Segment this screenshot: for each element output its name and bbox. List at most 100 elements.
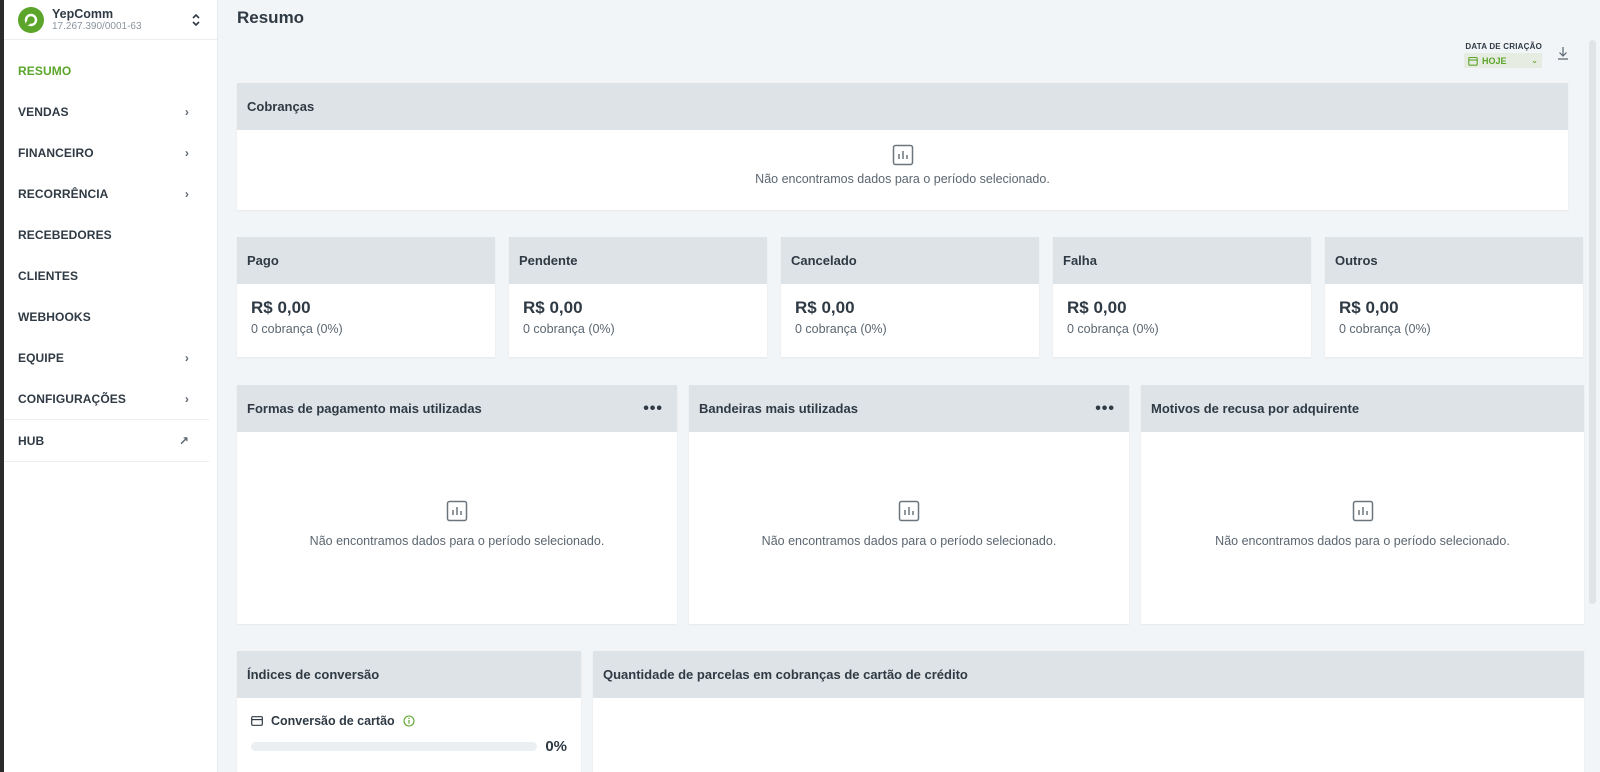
sidebar-item-label: CONFIGURAÇÕES bbox=[18, 391, 126, 406]
company-switcher[interactable]: YepComm 17.267.390/0001-63 bbox=[4, 0, 217, 40]
card-title: Índices de conversão bbox=[247, 667, 380, 682]
card-header: Índices de conversão bbox=[237, 651, 581, 698]
stat-count: 0 cobrança (0%) bbox=[795, 322, 887, 336]
sidebar: YepComm 17.267.390/0001-63 RESUMO VENDAS… bbox=[4, 0, 218, 772]
chevron-right-icon: › bbox=[184, 391, 189, 406]
sidebar-item-label: RESUMO bbox=[18, 63, 72, 78]
empty-message: Não encontramos dados para o período sel… bbox=[755, 172, 1050, 186]
info-icon[interactable] bbox=[403, 715, 415, 727]
sidebar-item-equipe[interactable]: EQUIPE › bbox=[4, 337, 217, 378]
sidebar-nav: RESUMO VENDAS › FINANCEIRO › RECORRÊNCIA › … bbox=[4, 50, 217, 462]
scrollbar[interactable] bbox=[1589, 40, 1596, 604]
sidebar-item-label: CLIENTES bbox=[18, 268, 79, 283]
card-header: Bandeiras mais utilizadas ••• bbox=[689, 385, 1129, 432]
stat-value: R$ 0,00 bbox=[1339, 298, 1399, 317]
card-header: Formas de pagamento mais utilizadas ••• bbox=[237, 385, 677, 432]
stat-card-outros: Outros R$ 0,00 0 cobrança (0%) bbox=[1325, 237, 1583, 357]
sidebar-divider bbox=[4, 461, 209, 462]
sidebar-item-financeiro[interactable]: FINANCEIRO › bbox=[4, 132, 217, 173]
empty-state: Não encontramos dados para o período sel… bbox=[1141, 432, 1584, 548]
payment-methods-card: Formas de pagamento mais utilizadas ••• N… bbox=[237, 385, 677, 624]
sidebar-item-label: WEBHOOKS bbox=[18, 309, 91, 324]
stat-value: R$ 0,00 bbox=[1067, 298, 1127, 317]
chevron-down-icon: ⌄ bbox=[1531, 56, 1538, 65]
sidebar-item-hub[interactable]: HUB ↗ bbox=[4, 420, 217, 461]
progress-track bbox=[251, 742, 538, 751]
empty-message: Não encontramos dados para o período sel… bbox=[1215, 534, 1510, 548]
credit-card-icon bbox=[251, 716, 263, 726]
conversion-progress: 0% bbox=[237, 728, 581, 755]
sidebar-item-webhooks[interactable]: WEBHOOKS bbox=[4, 296, 217, 337]
company-logo bbox=[18, 6, 44, 33]
card-conversion-row: Conversão de cartão bbox=[237, 698, 581, 728]
conversion-card: Índices de conversão Conversão de cartão… bbox=[237, 651, 581, 772]
card-title: Pago bbox=[247, 253, 279, 268]
stat-card-cancelado: Cancelado R$ 0,00 0 cobrança (0%) bbox=[781, 237, 1039, 357]
sidebar-item-label: HUB bbox=[18, 433, 45, 448]
card-header: Falha bbox=[1053, 237, 1311, 284]
chevron-right-icon: › bbox=[184, 186, 189, 201]
sidebar-item-recebedores[interactable]: RECEBEDORES bbox=[4, 214, 217, 255]
stat-count: 0 cobrança (0%) bbox=[1339, 322, 1431, 336]
sidebar-item-clientes[interactable]: CLIENTES bbox=[4, 255, 217, 296]
card-title: Motivos de recusa por adquirente bbox=[1151, 401, 1360, 416]
sidebar-item-recorrencia[interactable]: RECORRÊNCIA › bbox=[4, 173, 217, 214]
more-options-icon[interactable]: ••• bbox=[643, 400, 667, 418]
stat-value: R$ 0,00 bbox=[251, 298, 311, 317]
stat-count: 0 cobrança (0%) bbox=[523, 322, 615, 336]
stat-value: R$ 0,00 bbox=[523, 298, 583, 317]
card-title: Falha bbox=[1063, 253, 1097, 268]
page-title: Resumo bbox=[237, 8, 305, 27]
card-header: Outros bbox=[1325, 237, 1583, 284]
sidebar-item-label: EQUIPE bbox=[18, 350, 64, 365]
date-filter-value: HOJE bbox=[1482, 55, 1507, 66]
conversion-percent: 0% bbox=[545, 738, 567, 755]
card-header: Pago bbox=[237, 237, 495, 284]
calendar-icon bbox=[1468, 56, 1478, 66]
card-header: Cobranças bbox=[237, 83, 1568, 130]
more-options-icon[interactable]: ••• bbox=[1095, 400, 1119, 418]
bar-chart-icon bbox=[446, 500, 468, 522]
chevron-right-icon: › bbox=[184, 145, 189, 160]
card-brands-card: Bandeiras mais utilizadas ••• Não encontr… bbox=[689, 385, 1129, 624]
stat-card-falha: Falha R$ 0,00 0 cobrança (0%) bbox=[1053, 237, 1311, 357]
stat-value: R$ 0,00 bbox=[795, 298, 855, 317]
download-icon[interactable] bbox=[1556, 45, 1570, 61]
main-content: Resumo DATA DE CRIAÇÃO HOJE ⌄ Cobranças … bbox=[237, 0, 1584, 772]
card-title: Cancelado bbox=[791, 253, 857, 268]
unfold-icon[interactable] bbox=[189, 11, 203, 29]
sidebar-item-label: RECORRÊNCIA bbox=[18, 186, 109, 201]
sidebar-item-label: RECEBEDORES bbox=[18, 227, 112, 242]
company-document: 17.267.390/0001-63 bbox=[52, 20, 142, 32]
bar-chart-icon bbox=[892, 144, 913, 166]
card-header: Quantidade de parcelas em cobranças de c… bbox=[593, 651, 1584, 698]
empty-state: Não encontramos dados para o período sel… bbox=[237, 130, 1568, 186]
empty-state: Não encontramos dados para o período sel… bbox=[237, 432, 677, 548]
card-header: Motivos de recusa por adquirente bbox=[1141, 385, 1584, 432]
company-name: YepComm bbox=[52, 6, 114, 21]
conversion-label: Conversão de cartão bbox=[271, 714, 395, 728]
sidebar-item-label: FINANCEIRO bbox=[18, 145, 94, 160]
empty-state: Não encontramos dados para o período sel… bbox=[689, 432, 1129, 548]
card-title: Cobranças bbox=[247, 99, 315, 114]
card-header: Cancelado bbox=[781, 237, 1039, 284]
bar-chart-icon bbox=[1352, 500, 1373, 522]
date-filter-label: DATA DE CRIAÇÃO bbox=[1465, 42, 1542, 51]
card-header: Pendente bbox=[509, 237, 767, 284]
card-title: Formas de pagamento mais utilizadas bbox=[247, 401, 482, 416]
stat-card-pago: Pago R$ 0,00 0 cobrança (0%) bbox=[237, 237, 495, 357]
sidebar-item-configuracoes[interactable]: CONFIGURAÇÕES › bbox=[4, 378, 217, 419]
stat-count: 0 cobrança (0%) bbox=[251, 322, 343, 336]
card-title: Pendente bbox=[519, 253, 578, 268]
sidebar-item-resumo[interactable]: RESUMO bbox=[4, 50, 217, 91]
card-title: Outros bbox=[1335, 253, 1378, 268]
bar-chart-icon bbox=[898, 500, 920, 522]
empty-message: Não encontramos dados para o período sel… bbox=[309, 534, 605, 548]
date-filter-select[interactable]: HOJE ⌄ bbox=[1464, 53, 1542, 68]
date-filter: DATA DE CRIAÇÃO HOJE ⌄ bbox=[1464, 42, 1542, 68]
card-title: Quantidade de parcelas em cobranças de c… bbox=[603, 667, 968, 682]
cobrancas-card: Cobranças Não encontramos dados para o p… bbox=[237, 83, 1568, 210]
stat-count: 0 cobrança (0%) bbox=[1067, 322, 1159, 336]
sidebar-item-vendas[interactable]: VENDAS › bbox=[4, 91, 217, 132]
stat-card-pendente: Pendente R$ 0,00 0 cobrança (0%) bbox=[509, 237, 767, 357]
